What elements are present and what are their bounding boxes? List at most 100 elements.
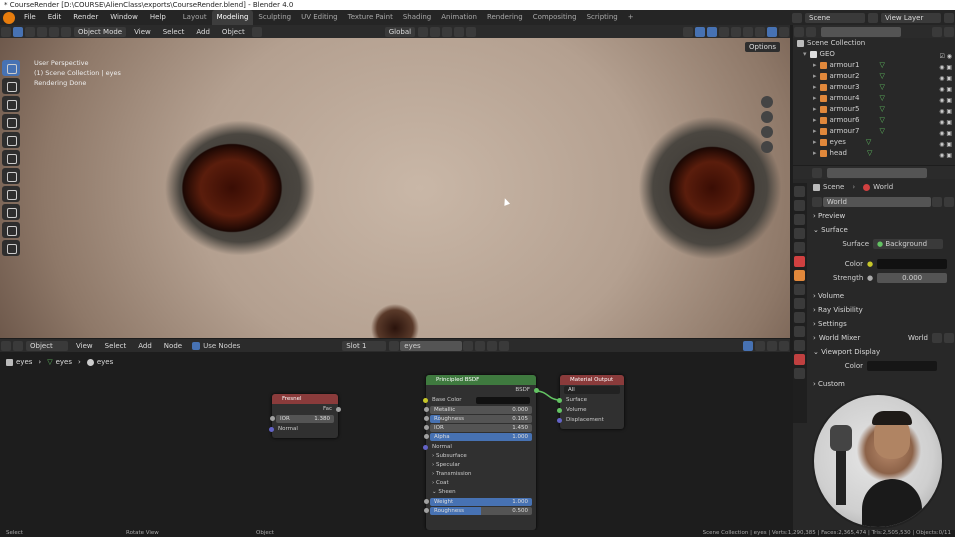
input-socket[interactable] [424, 499, 429, 504]
section-preview[interactable]: › Preview [793, 209, 955, 223]
overlay-icon[interactable] [767, 340, 777, 351]
view-layer-selector[interactable]: View Layer [881, 12, 941, 23]
outliner-item[interactable]: ▸ armour6 ▽ ◉ ▣ [793, 115, 955, 126]
view-layer-icon[interactable] [868, 12, 878, 23]
render-tab-icon[interactable] [794, 200, 805, 211]
shader-type-dropdown[interactable]: Object [26, 340, 68, 351]
material-tab-icon[interactable] [794, 354, 805, 365]
view-layer-tab-icon[interactable] [794, 228, 805, 239]
editor-type-icon[interactable] [1, 26, 11, 37]
duplicate-world-icon[interactable] [944, 197, 954, 207]
menu-help[interactable]: Help [144, 10, 172, 25]
node-editor[interactable]: eyes › ▽ eyes › eyes Fresnel Fac IOR 1.38… [0, 352, 790, 530]
material-name-field[interactable]: eyes [400, 340, 463, 351]
outliner-item[interactable]: ▸ head ▽ ◉ ▣ [793, 148, 955, 159]
outliner-editor-type-icon[interactable] [794, 26, 804, 37]
tab-shading[interactable]: Shading [398, 10, 436, 25]
material-output-header[interactable]: Material Output [560, 375, 624, 385]
scale-tool-icon[interactable] [2, 132, 20, 148]
surface-shader-field[interactable]: ● Background [873, 239, 943, 249]
principled-bsdf-node[interactable]: Principled BSDF BSDF Base Color Metallic… [423, 375, 539, 530]
input-socket[interactable] [424, 407, 429, 412]
input-socket[interactable] [557, 408, 562, 413]
outliner-scene-collection[interactable]: Scene Collection [793, 38, 955, 49]
tab-modeling[interactable]: Modeling [211, 10, 254, 25]
texture-tab-icon[interactable] [794, 368, 805, 379]
input-socket[interactable] [424, 416, 429, 421]
outliner-item[interactable]: ▸ armour2 ▽ ◉ ▣ [793, 71, 955, 82]
outliner-item[interactable]: ▸ armour5 ▽ ◉ ▣ [793, 104, 955, 115]
node-editor-type-icon[interactable] [1, 340, 11, 351]
viewport-display-color-swatch[interactable] [867, 361, 937, 371]
section-world-mixer[interactable]: › World Mixer World [793, 331, 955, 345]
menu-render[interactable]: Render [67, 10, 104, 25]
world-mixer-prev-icon[interactable] [932, 333, 942, 343]
shading-material-icon[interactable] [755, 26, 765, 37]
close-view-layer-icon[interactable] [944, 12, 954, 23]
data-tab-icon[interactable] [794, 340, 805, 351]
pan-hand-icon[interactable] [761, 111, 773, 123]
expand-arrow-icon[interactable]: ▸ [813, 149, 817, 157]
input-socket[interactable] [423, 445, 428, 450]
annotate-tool-icon[interactable] [2, 168, 20, 184]
fresnel-node[interactable]: Fresnel Fac IOR 1.380 Normal [269, 394, 341, 438]
outliner-item[interactable]: ▸ armour4 ▽ ◉ ▣ [793, 93, 955, 104]
blender-logo-icon[interactable] [3, 11, 15, 24]
node-menu-view[interactable]: View [72, 341, 97, 351]
move-tool-icon[interactable] [2, 96, 20, 112]
menu-file[interactable]: File [18, 10, 42, 25]
camera-view-icon[interactable] [761, 126, 773, 138]
section-viewport-display[interactable]: ⌄ Viewport Display [793, 345, 955, 359]
snap-icon[interactable] [743, 340, 753, 351]
section-surface[interactable]: ⌄ Surface [793, 223, 955, 237]
cursor-tool-icon[interactable] [2, 78, 20, 94]
proportional-editing-icon[interactable] [454, 26, 465, 37]
outliner-display-mode-icon[interactable] [806, 26, 816, 37]
rotate-tool-icon[interactable] [2, 114, 20, 130]
tab-animation[interactable]: Animation [436, 10, 482, 25]
physics-tab-icon[interactable] [794, 312, 805, 323]
add-workspace-button[interactable]: + [623, 10, 639, 25]
overlay-toggle-icon[interactable] [707, 26, 717, 37]
object-mode-dropdown[interactable]: Object Mode [74, 26, 127, 37]
subpanel-transmission[interactable]: › Transmission [426, 470, 536, 479]
expand-arrow-icon[interactable]: ▸ [813, 138, 817, 146]
slot-dropdown[interactable]: Slot 1 [342, 340, 387, 351]
fresnel-node-header[interactable]: Fresnel [272, 394, 338, 404]
sheen-roughness-field[interactable]: Roughness 0.500 [424, 507, 532, 515]
shading-options-icon[interactable] [779, 26, 789, 37]
viewport-menu-view[interactable]: View [130, 27, 155, 37]
add-cube-tool-icon[interactable] [2, 204, 20, 220]
outliner-collection-geo[interactable]: ▾ GEO ☑ ◉ [793, 49, 955, 60]
transform-orientation-dropdown[interactable]: Global [384, 26, 416, 37]
fresnel-ior-field[interactable]: IOR 1.380 [270, 415, 334, 423]
subpanel-coat[interactable]: › Coat [426, 479, 536, 488]
section-settings[interactable]: › Settings [793, 317, 955, 331]
falloff-icon[interactable] [466, 26, 477, 37]
sheen-weight-field[interactable]: Weight 1.000 [424, 498, 532, 506]
input-socket[interactable] [270, 416, 275, 421]
pivot-point-icon[interactable] [418, 26, 429, 37]
tab-texture-paint[interactable]: Texture Paint [343, 10, 398, 25]
scene-selector[interactable]: Scene [805, 12, 865, 23]
input-socket[interactable] [424, 434, 429, 439]
options-button[interactable]: Options [744, 42, 780, 52]
tab-layout[interactable]: Layout [178, 10, 212, 25]
subpanel-specular[interactable]: › Specular [426, 461, 536, 470]
input-socket[interactable] [557, 398, 562, 403]
outliner-item[interactable]: ▸ armour3 ▽ ◉ ▣ [793, 82, 955, 93]
ior-field[interactable]: IOR 1.450 [424, 424, 532, 432]
tab-scripting[interactable]: Scripting [582, 10, 623, 25]
outliner-item[interactable]: ▸ eyes ▽ ◉ ▣ [793, 137, 955, 148]
modifier-tab-icon[interactable] [794, 284, 805, 295]
expand-arrow-icon[interactable]: ▸ [813, 61, 817, 69]
output-tab-icon[interactable] [794, 214, 805, 225]
snapping-icon[interactable] [430, 26, 441, 37]
shading-rendered-icon[interactable] [767, 26, 777, 37]
viewport-menu-select[interactable]: Select [159, 27, 189, 37]
strength-field[interactable]: 0.000 [877, 273, 948, 283]
select-box-icon[interactable] [13, 26, 23, 37]
subpanel-subsurface[interactable]: › Subsurface [426, 452, 536, 461]
viewport-menu-object[interactable]: Object [218, 27, 249, 37]
orthographic-grid-icon[interactable] [761, 141, 773, 153]
